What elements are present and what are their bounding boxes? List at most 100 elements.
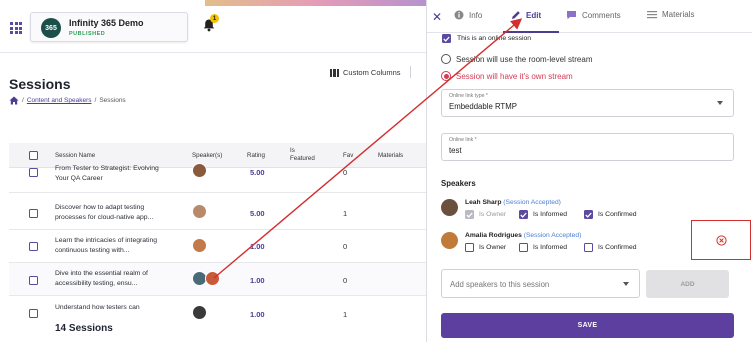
breadcrumb-separator: /: [94, 97, 97, 104]
online-link-input[interactable]: Online link * test: [441, 133, 734, 161]
option-label: Is Informed: [533, 211, 567, 218]
session-rating: 1.00: [250, 276, 265, 285]
column-header-materials[interactable]: Materials: [378, 152, 403, 160]
row-checkbox[interactable]: [29, 242, 38, 251]
home-icon[interactable]: [9, 96, 19, 105]
panel-tabs: ✕ Info Edit Comments Materials: [427, 0, 752, 33]
select-all-checkbox[interactable]: [29, 151, 38, 160]
row-checkbox[interactable]: [29, 276, 38, 285]
custom-columns-label: Custom Columns: [343, 68, 401, 77]
checkbox-unchecked[interactable]: [465, 243, 474, 252]
session-fav-count: 0: [343, 276, 348, 285]
columns-icon: [330, 68, 339, 77]
radio-button[interactable]: [441, 54, 451, 64]
event-name: Infinity 365 Demo: [69, 18, 144, 28]
radio-room-stream[interactable]: Session will use the room-level stream: [441, 54, 593, 64]
tab-comments[interactable]: Comments: [566, 10, 621, 20]
tab-label: Comments: [582, 10, 621, 20]
comment-icon: [567, 11, 576, 20]
session-title[interactable]: From Tester to Strategist: Evolving Your…: [55, 164, 170, 184]
is-informed-option[interactable]: Is Informed: [519, 210, 567, 219]
checkbox-checked[interactable]: [519, 210, 528, 219]
column-header-session-name[interactable]: Session Name: [55, 152, 95, 160]
session-title[interactable]: Dive into the essential realm of accessi…: [55, 269, 170, 289]
notification-badge: 1: [210, 14, 219, 23]
checkbox-unchecked[interactable]: [519, 243, 528, 252]
column-header-fav[interactable]: Fav: [343, 152, 353, 160]
is-owner-option[interactable]: Is Owner: [465, 243, 506, 252]
session-fav-count: 1: [343, 209, 348, 218]
speaker-name-text: Leah Sharp: [465, 199, 502, 206]
option-label: Is Confirmed: [598, 211, 637, 218]
column-header-rating[interactable]: Rating: [247, 152, 265, 160]
is-confirmed-option[interactable]: Is Confirmed: [584, 243, 637, 252]
chevron-down-icon: [717, 101, 723, 105]
speaker-avatar: [441, 232, 458, 249]
add-speakers-select[interactable]: Add speakers to this session: [441, 269, 640, 298]
close-icon[interactable]: ✕: [432, 11, 442, 23]
table-row[interactable]: From Tester to Strategist: Evolving Your…: [9, 160, 426, 193]
check-icon: [585, 212, 592, 218]
table-row[interactable]: Dive into the essential realm of accessi…: [9, 263, 426, 296]
online-session-checkbox[interactable]: This is an online session: [442, 34, 531, 43]
breadcrumb-separator: /: [22, 97, 24, 104]
checkbox-checked[interactable]: [584, 210, 593, 219]
breadcrumb-link-content-speakers[interactable]: Content and Speakers: [27, 97, 92, 104]
check-icon: [443, 36, 450, 42]
sessions-app: 365 Infinity 365 Demo PUBLISHED 1 Sessio…: [0, 0, 426, 342]
event-selector[interactable]: 365 Infinity 365 Demo PUBLISHED: [30, 12, 188, 42]
is-informed-option[interactable]: Is Informed: [519, 243, 567, 252]
custom-columns-button[interactable]: Custom Columns: [330, 68, 401, 77]
speaker-name-text: Amalia Rodrigues: [465, 232, 522, 239]
online-session-label: This is an online session: [457, 35, 532, 42]
tab-materials[interactable]: Materials: [647, 10, 694, 19]
option-label: Is Informed: [533, 244, 567, 251]
add-speaker-button[interactable]: ADD: [646, 270, 729, 298]
speaker-status: (Session Accepted): [523, 232, 582, 239]
check-icon: [466, 212, 473, 218]
is-confirmed-option[interactable]: Is Confirmed: [584, 210, 637, 219]
session-edit-panel: ✕ Info Edit Comments Materials This is a…: [426, 0, 752, 342]
session-title[interactable]: Discover how to adapt testing processes …: [55, 203, 170, 223]
session-title[interactable]: Learn the intricacies of integrating con…: [55, 236, 170, 256]
speaker-avatar: [192, 163, 207, 178]
checkbox-checked[interactable]: [442, 34, 451, 43]
speaker-avatar: [192, 238, 207, 253]
apps-grid-icon[interactable]: [10, 22, 22, 34]
save-button[interactable]: SAVE: [441, 313, 734, 338]
field-label: Online link type *: [449, 93, 488, 99]
session-title[interactable]: Understand how testers can: [55, 303, 170, 313]
session-rating: 5.00: [250, 168, 265, 177]
checkbox-unchecked[interactable]: [584, 243, 593, 252]
event-logo: 365: [41, 18, 61, 38]
header-banner: [205, 0, 426, 6]
session-fav-count: 0: [343, 168, 348, 177]
row-checkbox[interactable]: [29, 309, 38, 318]
header-divider: [0, 52, 426, 53]
tab-edit[interactable]: Edit: [511, 10, 541, 20]
session-fav-count: 1: [343, 310, 348, 319]
check-icon: [520, 212, 527, 218]
radio-label: Session will use the room-level stream: [456, 54, 593, 64]
online-link-type-select[interactable]: Online link type * Embeddable RTMP: [441, 89, 734, 117]
speaker-avatar: [441, 199, 458, 216]
breadcrumb: / Content and Speakers / Sessions: [9, 96, 126, 105]
session-rating: 5.00: [250, 209, 265, 218]
option-label: Is Confirmed: [598, 244, 637, 251]
radio-button-selected[interactable]: [441, 71, 451, 81]
session-rating: 1.00: [250, 242, 265, 251]
table-row[interactable]: Discover how to adapt testing processes …: [9, 197, 426, 230]
info-icon: [454, 10, 464, 20]
row-checkbox[interactable]: [29, 168, 38, 177]
tab-info[interactable]: Info: [454, 10, 482, 20]
row-checkbox[interactable]: [29, 209, 38, 218]
field-label: Online link *: [449, 137, 477, 143]
tab-label: Info: [469, 10, 483, 20]
radio-own-stream[interactable]: Session will have it's own stream: [441, 71, 573, 81]
speaker-status: (Session Accepted): [503, 199, 561, 206]
column-header-speakers[interactable]: Speaker(s): [192, 152, 222, 160]
field-value: Embeddable RTMP: [449, 102, 517, 111]
table-row[interactable]: Learn the intricacies of integrating con…: [9, 230, 426, 263]
speakers-section-title: Speakers: [441, 179, 476, 188]
remove-speaker-icon[interactable]: [716, 235, 727, 246]
